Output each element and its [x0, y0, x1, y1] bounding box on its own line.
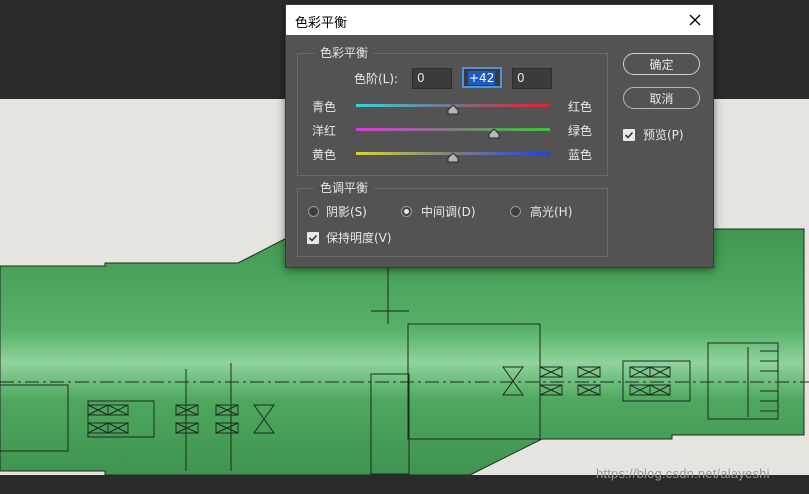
slider2-left-label: 洋红 — [312, 124, 337, 138]
preview-checkbox[interactable] — [623, 129, 635, 141]
magenta-green-slider[interactable] — [356, 128, 550, 131]
preview-label: 预览(P) — [643, 128, 684, 142]
color-balance-dialog: 色彩平衡 色彩平衡 色阶(L): 0 +42 0 青色 红色 洋红 绿色 黄色 … — [285, 4, 714, 268]
level-field-selection: +42 — [468, 71, 496, 85]
highlights-label: 高光(H) — [530, 205, 573, 219]
slider1-left-label: 青色 — [312, 100, 337, 114]
magenta-green-thumb[interactable] — [488, 128, 500, 139]
close-icon — [689, 14, 701, 26]
slider2-right-label: 绿色 — [568, 124, 593, 138]
highlights-radio[interactable] — [510, 206, 521, 217]
slider3-left-label: 黄色 — [312, 148, 337, 162]
level-field-cyan-red[interactable]: 0 — [412, 68, 452, 89]
levels-label: 色阶(L): — [354, 72, 399, 86]
slider1-right-label: 红色 — [568, 100, 593, 114]
preserve-luminosity-label: 保持明度(V) — [326, 231, 392, 245]
shadows-radio[interactable] — [308, 206, 319, 217]
cancel-button[interactable]: 取消 — [623, 87, 700, 109]
color-balance-group: 色彩平衡 色阶(L): 0 +42 0 青色 红色 洋红 绿色 黄色 蓝色 — [297, 45, 608, 176]
tone-balance-legend: 色调平衡 — [314, 180, 375, 196]
color-balance-legend: 色彩平衡 — [314, 45, 375, 61]
dialog-titlebar[interactable]: 色彩平衡 — [286, 5, 713, 35]
level-field-magenta-green[interactable]: +42 — [462, 67, 502, 88]
level-field-yellow-blue[interactable]: 0 — [512, 68, 552, 89]
slider3-right-label: 蓝色 — [568, 148, 593, 162]
midtones-label: 中间调(D) — [421, 205, 476, 219]
checkmark-icon — [624, 131, 634, 139]
ok-button[interactable]: 确定 — [623, 53, 700, 75]
cyan-red-thumb[interactable] — [447, 104, 459, 115]
tone-balance-group: 色调平衡 阴影(S) 中间调(D) 高光(H) 保持明度(V) — [297, 180, 608, 257]
checkmark-icon — [308, 234, 318, 242]
watermark-text: https://blog.csdn.net/alayeshi — [596, 466, 770, 481]
dialog-title: 色彩平衡 — [295, 16, 348, 31]
yellow-blue-thumb[interactable] — [447, 152, 459, 163]
close-button[interactable] — [683, 8, 707, 32]
shadows-label: 阴影(S) — [326, 205, 367, 219]
preserve-luminosity-checkbox[interactable] — [307, 232, 319, 244]
midtones-radio[interactable] — [401, 206, 412, 217]
